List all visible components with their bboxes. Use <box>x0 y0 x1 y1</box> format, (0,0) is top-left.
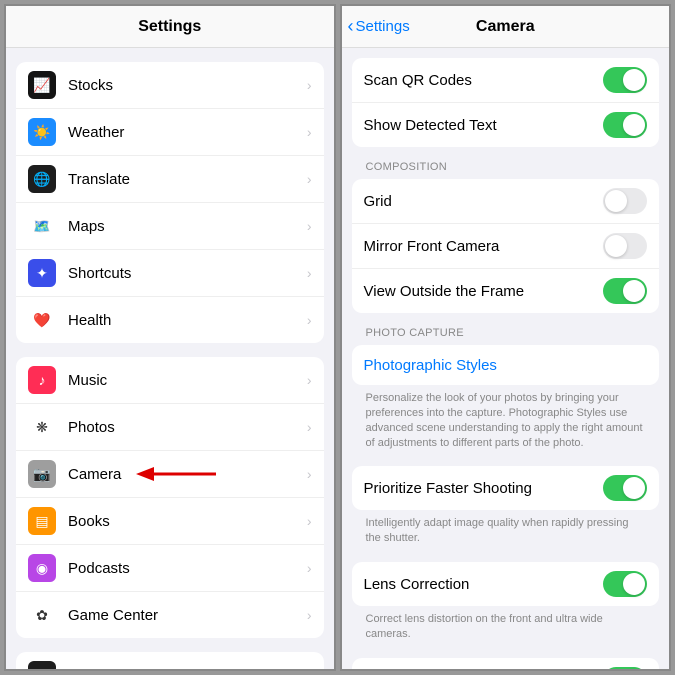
show-detected-text-toggle[interactable] <box>603 112 647 138</box>
chevron-right-icon: › <box>307 171 312 187</box>
section-header-photo-capture: PHOTO CAPTURE <box>352 327 660 345</box>
mirror-front-camera-row: Mirror Front Camera <box>352 224 660 269</box>
row-label: Maps <box>68 218 307 235</box>
app-icon: ✦ <box>28 259 56 287</box>
app-icon: 📈 <box>28 71 56 99</box>
chevron-right-icon: › <box>307 560 312 576</box>
app-icon: 🗺️ <box>28 212 56 240</box>
photographic-styles-row[interactable]: Photographic Styles <box>352 345 660 385</box>
chevron-right-icon: › <box>307 667 312 669</box>
mirror-front-camera-label: Mirror Front Camera <box>364 238 604 255</box>
settings-row-photos[interactable]: ❋ Photos› <box>16 404 324 451</box>
app-icon: ☀️ <box>28 118 56 146</box>
chevron-left-icon: ‹ <box>348 16 354 37</box>
row-label: Translate <box>68 171 307 188</box>
chevron-right-icon: › <box>307 312 312 328</box>
settings-row-music[interactable]: ♪ Music› <box>16 357 324 404</box>
chevron-right-icon: › <box>307 265 312 281</box>
camera-content[interactable]: Scan QR Codes Show Detected Text COMPOSIT… <box>342 48 670 669</box>
grid-row: Grid <box>352 179 660 224</box>
settings-row-shortcuts[interactable]: ✦ Shortcuts› <box>16 250 324 297</box>
view-outside-the-frame-toggle[interactable] <box>603 278 647 304</box>
chevron-right-icon: › <box>307 218 312 234</box>
lens-correction-footer: Correct lens distortion on the front and… <box>352 606 660 648</box>
settings-row-translate[interactable]: 🌐 Translate› <box>16 156 324 203</box>
chevron-right-icon: › <box>307 466 312 482</box>
view-outside-the-frame-row: View Outside the Frame <box>352 269 660 313</box>
app-icon: ◉ <box>28 554 56 582</box>
photographic-styles-label: Photographic Styles <box>364 357 648 374</box>
lens-correction-row: Lens Correction <box>352 562 660 606</box>
settings-row-maps[interactable]: 🗺️ Maps› <box>16 203 324 250</box>
section-header-composition: COMPOSITION <box>352 161 660 179</box>
row-label: Stocks <box>68 77 307 94</box>
show-detected-text-row: Show Detected Text <box>352 103 660 147</box>
settings-row-weather[interactable]: ☀️ Weather› <box>16 109 324 156</box>
app-icon: ❋ <box>28 413 56 441</box>
app-icon: 📷 <box>28 460 56 488</box>
lens-correction-toggle[interactable] <box>603 571 647 597</box>
row-label: TV Provider <box>68 667 307 670</box>
row-label: Podcasts <box>68 560 307 577</box>
app-icon: ⊟ <box>28 661 56 669</box>
page-title: Settings <box>138 18 201 36</box>
settings-row-podcasts[interactable]: ◉ Podcasts› <box>16 545 324 592</box>
photographic-styles-footer: Personalize the look of your photos by b… <box>352 385 660 456</box>
scan-qr-codes-toggle[interactable] <box>603 67 647 93</box>
app-icon: ♪ <box>28 366 56 394</box>
lens-correction-label: Lens Correction <box>364 576 604 593</box>
row-label: Books <box>68 513 307 530</box>
app-icon: ▤ <box>28 507 56 535</box>
row-label: Camera <box>68 466 307 483</box>
prioritize-faster-shooting-label: Prioritize Faster Shooting <box>364 480 604 497</box>
settings-row-health[interactable]: ❤️ Health› <box>16 297 324 343</box>
row-label: Health <box>68 312 307 329</box>
chevron-right-icon: › <box>307 607 312 623</box>
mirror-front-camera-toggle[interactable] <box>603 233 647 259</box>
scan-qr-codes-row: Scan QR Codes <box>352 58 660 103</box>
chevron-right-icon: › <box>307 77 312 93</box>
chevron-right-icon: › <box>307 124 312 140</box>
settings-screen: Settings 📈Stocks›☀️Weather›🌐Translate›🗺️… <box>4 4 336 671</box>
grid-toggle[interactable] <box>603 188 647 214</box>
scan-qr-codes-label: Scan QR Codes <box>364 72 604 89</box>
view-outside-the-frame-label: View Outside the Frame <box>364 283 604 300</box>
back-label: Settings <box>356 18 410 35</box>
header: ‹ Settings Camera <box>342 6 670 48</box>
grid-label: Grid <box>364 193 604 210</box>
prioritize-faster-shooting-footer: Intelligently adapt image quality when r… <box>352 510 660 552</box>
settings-row-stocks[interactable]: 📈 Stocks› <box>16 62 324 109</box>
chevron-right-icon: › <box>307 419 312 435</box>
camera-settings-screen: ‹ Settings Camera Scan QR Codes Show Dete… <box>340 4 672 671</box>
settings-row-books[interactable]: ▤ Books› <box>16 498 324 545</box>
macro-control-toggle[interactable] <box>603 667 647 669</box>
page-title: Camera <box>476 18 535 36</box>
app-icon: ✿ <box>28 601 56 629</box>
app-icon: 🌐 <box>28 165 56 193</box>
macro-control-row: Macro Control <box>352 658 660 669</box>
settings-row-tv-provider[interactable]: ⊟ TV Provider› <box>16 652 324 669</box>
row-label: Music <box>68 372 307 389</box>
settings-content[interactable]: 📈Stocks›☀️Weather›🌐Translate›🗺️Maps›✦Sho… <box>6 48 334 669</box>
prioritize-faster-shooting-row: Prioritize Faster Shooting <box>352 466 660 510</box>
row-label: Weather <box>68 124 307 141</box>
settings-row-camera[interactable]: 📷 Camera› <box>16 451 324 498</box>
chevron-right-icon: › <box>307 372 312 388</box>
row-label: Photos <box>68 419 307 436</box>
prioritize-faster-shooting-toggle[interactable] <box>603 475 647 501</box>
settings-row-game-center[interactable]: ✿ Game Center› <box>16 592 324 638</box>
app-icon: ❤️ <box>28 306 56 334</box>
row-label: Game Center <box>68 607 307 624</box>
back-button[interactable]: ‹ Settings <box>348 16 410 37</box>
show-detected-text-label: Show Detected Text <box>364 117 604 134</box>
header: Settings <box>6 6 334 48</box>
row-label: Shortcuts <box>68 265 307 282</box>
chevron-right-icon: › <box>307 513 312 529</box>
